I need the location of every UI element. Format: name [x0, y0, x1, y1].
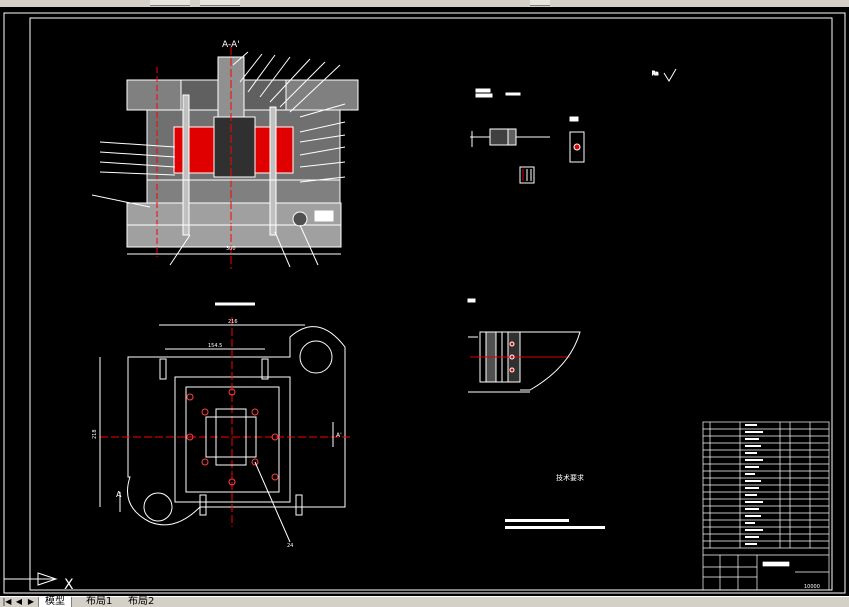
part-number-plan: 24 [287, 543, 293, 549]
section-mark-a-prime: A' [336, 432, 342, 439]
section-title: A-A' [222, 40, 240, 50]
title-block-code: 10000 [804, 584, 820, 590]
svg-text:Ra: Ra [652, 71, 658, 77]
layout-tab-bar: |◀ ◀ ▶ 模型 布局1 布局2 [0, 596, 849, 607]
ucs-x-label: X [64, 577, 74, 593]
toolbar-button[interactable] [530, 0, 550, 6]
plan-view [99, 302, 350, 543]
section-mark-a: A [116, 490, 122, 499]
dim-width: 216 [228, 319, 238, 325]
cad-drawing: A-A' 300 Ra 216 154.5 218 A A' 24 技术要求 1… [3, 12, 846, 594]
title-block [702, 421, 830, 591]
tech-requirements-title: 技术要求 [556, 473, 584, 482]
tech-line-1 [505, 519, 569, 522]
dim-bottom: 300 [226, 246, 236, 252]
dim-inner: 154.5 [208, 343, 222, 349]
detail-views: Ra [470, 68, 677, 184]
section-view [91, 47, 359, 269]
toolbar-button[interactable] [150, 0, 190, 6]
drawing-canvas[interactable]: A-A' 300 Ra 216 154.5 218 A A' 24 技术要求 1… [0, 7, 849, 596]
toolbar-button[interactable] [200, 0, 240, 6]
dim-height: 218 [92, 429, 98, 439]
top-toolbar-strip [0, 0, 849, 7]
tech-line-2 [505, 526, 605, 529]
detail-view-2 [467, 298, 581, 393]
